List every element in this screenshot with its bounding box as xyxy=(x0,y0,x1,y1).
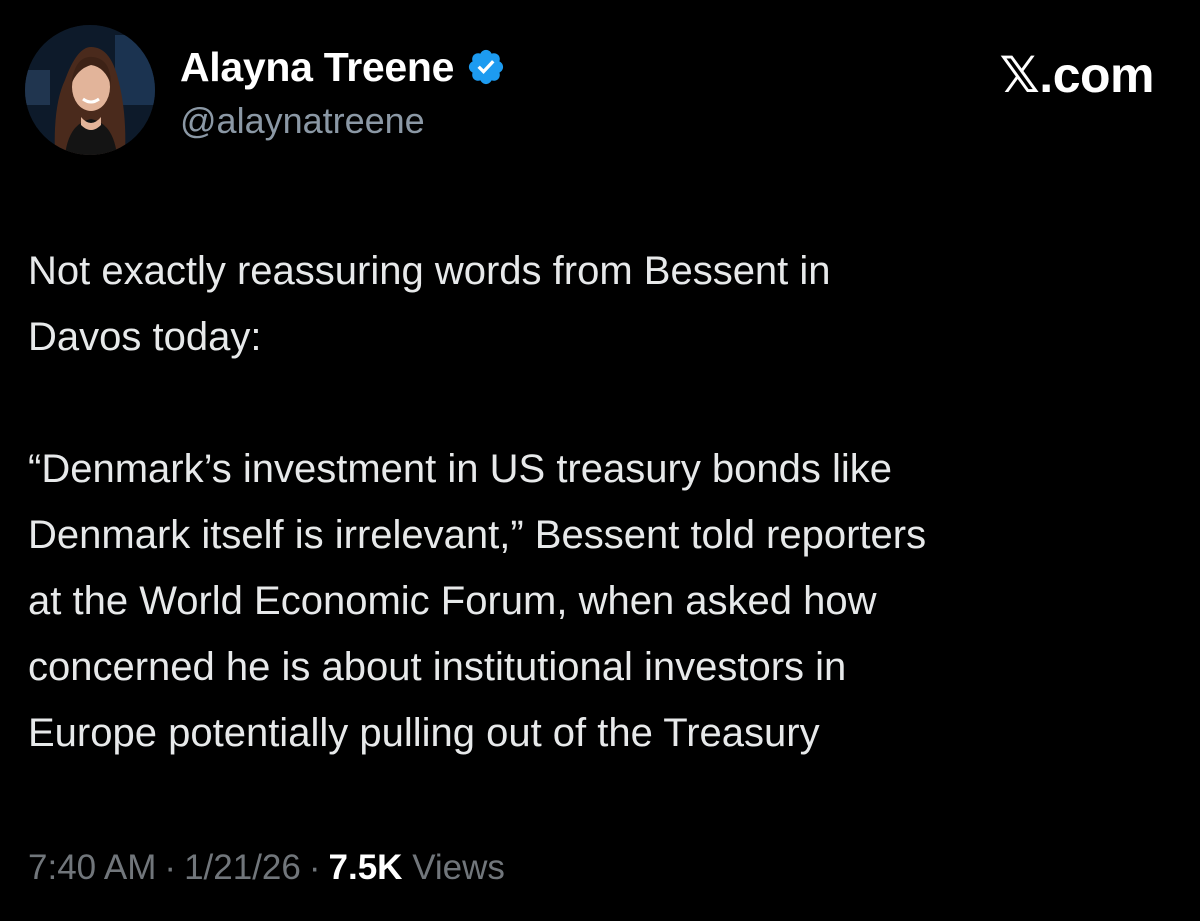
tweet-meta: 7:40 AM · 1/21/26 · 7.5K Views xyxy=(28,848,505,888)
meta-separator: · xyxy=(164,848,177,887)
author-name-row: Alayna Treene xyxy=(180,42,506,92)
tweet-paragraph: Not exactly reassuring words from Bessen… xyxy=(28,249,831,359)
x-logo: 𝕏.com xyxy=(999,47,1155,103)
tweet-text: Not exactly reassuring words from Bessen… xyxy=(28,238,1188,766)
author-avatar[interactable] xyxy=(25,25,155,155)
verified-badge-icon[interactable] xyxy=(466,47,506,87)
tweet-paragraph: “Denmark’s investment in US treasury bon… xyxy=(28,447,927,755)
views-label: Views xyxy=(412,848,505,887)
avatar-photo xyxy=(25,25,155,155)
tweet-time[interactable]: 7:40 AM xyxy=(28,848,156,887)
author-handle[interactable]: @alaynatreene xyxy=(180,100,425,142)
meta-separator: · xyxy=(308,848,321,887)
author-display-name[interactable]: Alayna Treene xyxy=(180,44,454,91)
views-count: 7.5K xyxy=(328,848,403,887)
tweet-date[interactable]: 1/21/26 xyxy=(184,848,301,887)
